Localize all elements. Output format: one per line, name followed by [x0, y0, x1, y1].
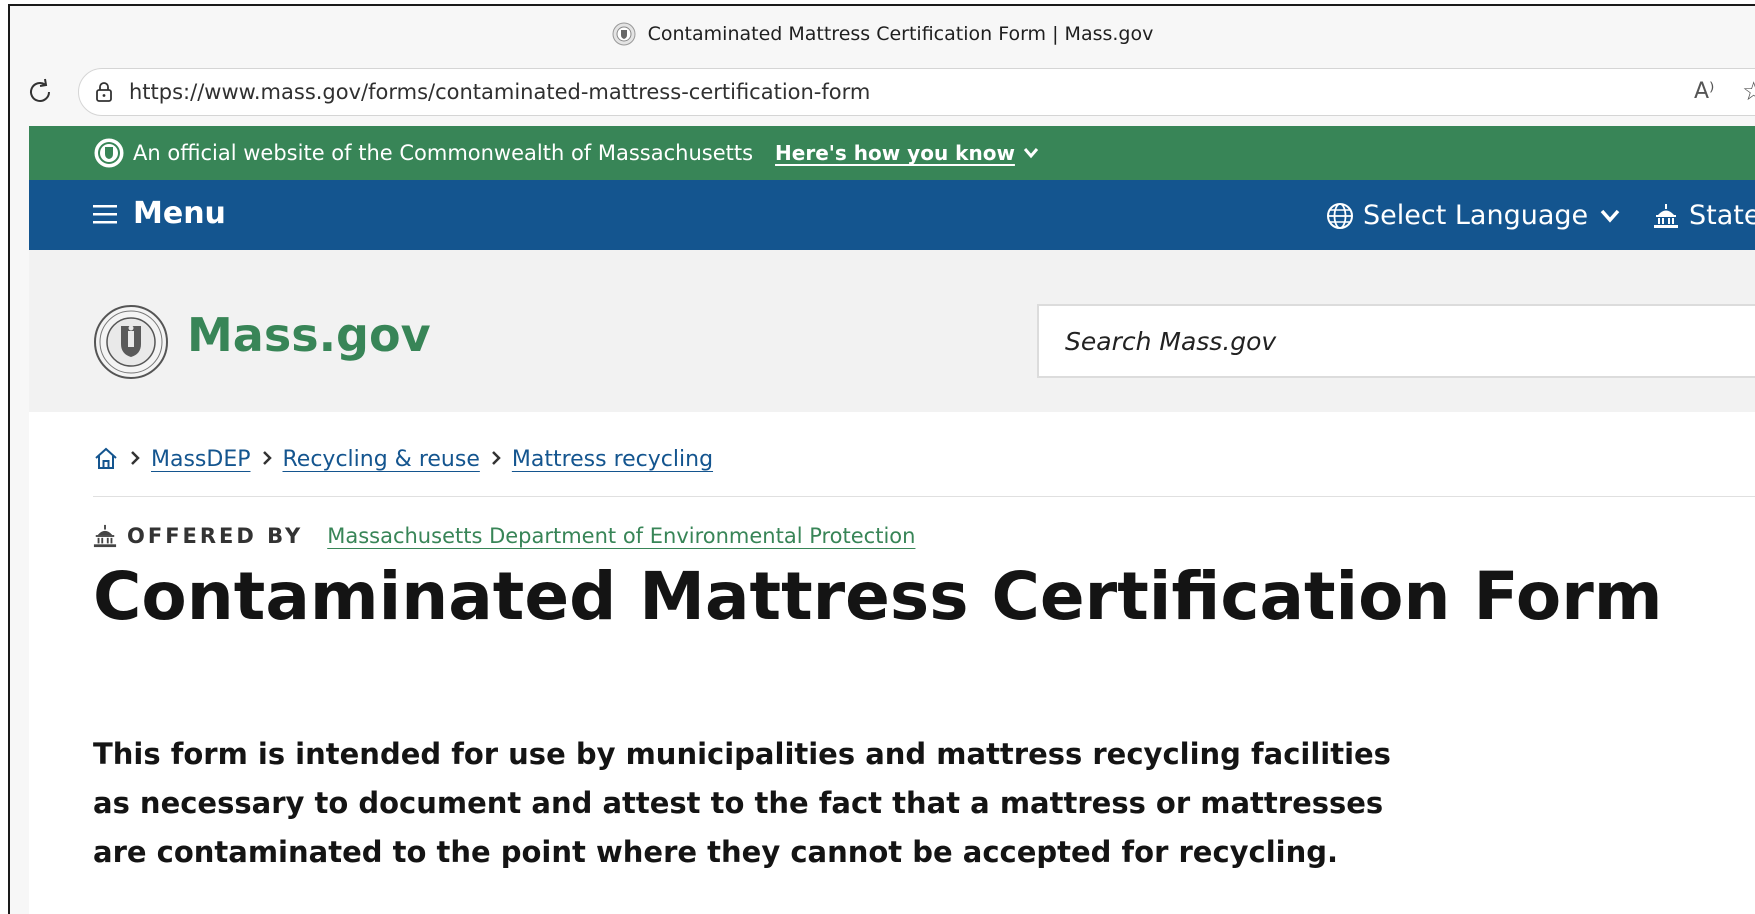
web-page: An official website of the Commonwealth …: [29, 126, 1755, 914]
favorite-star-icon[interactable]: ☆: [1742, 77, 1755, 107]
hamburger-menu-icon: [93, 204, 117, 223]
how-you-know-label: Here's how you know: [775, 141, 1015, 165]
capitol-building-icon: [93, 524, 117, 548]
select-language-label: Select Language: [1363, 200, 1589, 231]
breadcrumb-link-massdep[interactable]: MassDEP: [151, 447, 251, 472]
state-label: State: [1689, 200, 1755, 231]
chevron-right-icon: [261, 447, 273, 472]
state-organizations-button[interactable]: State: [1653, 200, 1755, 231]
chevron-down-icon: [1023, 148, 1039, 159]
title-bar: Contaminated Mattress Certification Form…: [10, 6, 1755, 62]
globe-icon: [1327, 202, 1353, 229]
address-row: https://www.mass.gov/forms/contaminated-…: [10, 62, 1755, 122]
breadcrumb: MassDEP Recycling & reuse Mattress recyc…: [93, 446, 713, 472]
mass-seal-favicon-icon: [612, 22, 636, 46]
read-aloud-icon[interactable]: A⁾: [1694, 79, 1714, 104]
chevron-down-icon: [1600, 209, 1620, 223]
offered-by-org-link[interactable]: Massachusetts Department of Environmenta…: [327, 524, 915, 548]
divider: [93, 496, 1755, 497]
breadcrumb-link-mattress-recycling[interactable]: Mattress recycling: [512, 447, 713, 472]
capitol-building-icon: [1654, 203, 1678, 228]
tab-title: Contaminated Mattress Certification Form…: [647, 23, 1154, 45]
official-site-banner: An official website of the Commonwealth …: [29, 126, 1755, 180]
chevron-right-icon: [490, 447, 502, 472]
mass-gov-logo-text[interactable]: Mass.gov: [187, 308, 431, 362]
menu-label: Menu: [133, 196, 226, 231]
offered-by-label: OFFERED BY: [127, 524, 304, 548]
breadcrumb-link-recycling-reuse[interactable]: Recycling & reuse: [283, 447, 480, 472]
home-icon[interactable]: [93, 446, 119, 472]
how-you-know-toggle[interactable]: Here's how you know: [775, 141, 1039, 165]
utility-nav: Menu Select Language State: [29, 180, 1755, 250]
menu-button[interactable]: Menu: [93, 196, 226, 231]
browser-window: Contaminated Mattress Certification Form…: [8, 4, 1755, 914]
offered-by: OFFERED BY Massachusetts Department of E…: [93, 524, 915, 548]
select-language-button[interactable]: Select Language: [1325, 200, 1620, 231]
search-box: [1037, 304, 1755, 378]
address-bar[interactable]: https://www.mass.gov/forms/contaminated-…: [78, 68, 1755, 116]
search-input[interactable]: [1039, 306, 1755, 376]
mass-seal-icon: [94, 138, 124, 168]
page-title: Contaminated Mattress Certification Form: [93, 558, 1663, 635]
url-text[interactable]: https://www.mass.gov/forms/contaminated-…: [129, 80, 870, 104]
official-site-text: An official website of the Commonwealth …: [133, 141, 754, 165]
site-header: Mass.gov: [29, 250, 1755, 412]
mass-seal-logo-icon[interactable]: [93, 304, 169, 380]
reload-icon[interactable]: [24, 76, 56, 108]
page-lede: This form is intended for use by municip…: [93, 737, 1391, 869]
lock-icon[interactable]: [93, 81, 115, 103]
chevron-right-icon: [129, 447, 141, 472]
